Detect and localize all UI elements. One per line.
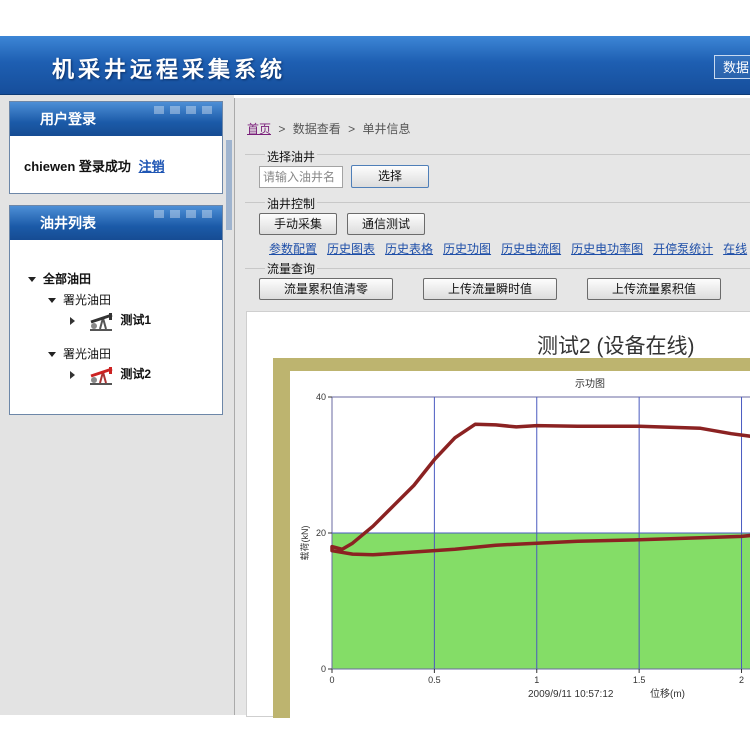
link-history-power[interactable]: 历史电功率图	[571, 242, 643, 256]
header-banner: 机采井远程采集系统 数据	[0, 36, 750, 95]
dynagraph-chart: 0 0.5 1 1.5 202040示功图载荷(kN)2009/9/11 10:57:1…	[299, 378, 750, 700]
main-content: 首页 > 数据查看 > 单井信息 选择油井 请输入油井名 选择 油井控制 手动采…	[234, 98, 750, 731]
app-title: 机采井远程采集系统	[52, 58, 287, 83]
well-control-divider	[245, 202, 750, 203]
chart-title: 示功图	[575, 378, 605, 390]
tree-node-well-2[interactable]: 测试2	[70, 364, 151, 386]
link-online[interactable]: 在线	[723, 242, 747, 256]
y-axis-label: 载荷(kN)	[299, 526, 310, 561]
tree-well-label: 测试1	[120, 313, 152, 328]
login-panel: 用户登录 chiewen 登录成功 注销	[9, 101, 223, 194]
link-history-current[interactable]: 历史电流图	[501, 242, 561, 256]
breadcrumb-separator: >	[278, 122, 286, 136]
x-axis-label: 位移(m)	[650, 687, 685, 700]
y-tick-label: 40	[316, 392, 326, 402]
x-tick-label: 2	[739, 675, 744, 685]
breadcrumb-level2: 单井信息	[362, 122, 411, 136]
left-sidebar: 用户登录 chiewen 登录成功 注销 油井列表 全部油田 署光油田 测试1 …	[0, 95, 234, 715]
login-panel-header: 用户登录	[10, 102, 222, 136]
y-tick-label: 20	[316, 528, 326, 538]
logout-link[interactable]: 注销	[139, 159, 165, 174]
select-well-label: 选择油井	[265, 148, 318, 165]
tree-node-field-1[interactable]: 署光油田	[48, 291, 111, 308]
collapse-icon[interactable]	[28, 277, 36, 283]
clear-flow-total-button[interactable]: 流量累积值清零	[259, 278, 393, 300]
expand-icon[interactable]	[70, 371, 75, 379]
comm-test-button[interactable]: 通信测试	[347, 213, 425, 235]
expand-icon[interactable]	[70, 317, 75, 325]
tree-node-root[interactable]: 全部油田	[28, 270, 91, 287]
well-tree: 全部油田 署光油田 测试1 署光油田 测试2	[10, 240, 222, 416]
login-username: chiewen	[24, 159, 76, 174]
link-history-dynagraph[interactable]: 历史功图	[443, 242, 491, 256]
breadcrumb: 首页 > 数据查看 > 单井信息	[247, 120, 410, 137]
sidebar-splitter-handle[interactable]	[226, 140, 232, 230]
breadcrumb-home-link[interactable]: 首页	[247, 122, 271, 136]
well-status-heading: 测试2 (设备在线)	[537, 335, 695, 358]
pump-jack-icon	[90, 367, 113, 385]
link-history-table[interactable]: 历史表格	[385, 242, 433, 256]
tree-field-label: 署光油田	[63, 347, 112, 361]
link-param-config[interactable]: 参数配置	[269, 242, 317, 256]
breadcrumb-separator: >	[348, 122, 356, 136]
x-tick-label: 1.5	[633, 675, 646, 685]
login-status: 登录成功	[78, 159, 131, 174]
upload-total-flow-button[interactable]: 上传流量累积值	[587, 278, 721, 300]
x-tick-label: 1	[534, 675, 539, 685]
chart-plot-area: 0 0.5 1 1.5 2 0 20 40 示功图 载荷(kN) 2009/9/11 10:57:1…	[290, 371, 750, 731]
dynagraph-panel: 测试2 (设备在线) 0 0.5 1 1.5 2 0 20 40 示功图 载荷(kN) 2009/9…	[246, 311, 750, 731]
tree-field-label: 署光油田	[63, 293, 112, 307]
data-menu-button[interactable]: 数据	[714, 55, 750, 79]
collapse-icon[interactable]	[48, 352, 56, 358]
top-gap	[0, 0, 750, 36]
collapse-icon[interactable]	[48, 298, 56, 304]
select-well-divider	[245, 154, 750, 155]
link-history-chart[interactable]: 历史图表	[327, 242, 375, 256]
tree-node-field-2[interactable]: 署光油田	[48, 345, 111, 362]
tree-node-well-1[interactable]: 测试1	[70, 310, 151, 332]
flow-query-label: 流量查询	[265, 260, 318, 277]
well-name-input[interactable]: 请输入油井名	[259, 166, 343, 188]
chart-timestamp: 2009/9/11 10:57:12	[528, 689, 614, 700]
link-pump-stats[interactable]: 开停泵统计	[653, 242, 713, 256]
y-tick-label: 0	[321, 664, 326, 674]
history-links: 参数配置 历史图表 历史表格 历史功图 历史电流图 历史电功率图 开停泵统计 在线	[269, 240, 750, 257]
tree-well-label: 测试2	[120, 367, 152, 382]
well-list-header: 油井列表	[10, 206, 222, 240]
tree-root-label: 全部油田	[43, 272, 92, 286]
select-well-button[interactable]: 选择	[351, 165, 429, 188]
well-control-label: 油井控制	[265, 195, 318, 212]
login-status-line: chiewen 登录成功 注销	[10, 136, 222, 212]
x-tick-label: 0.5	[428, 675, 441, 685]
flow-query-divider	[245, 268, 750, 269]
breadcrumb-level1: 数据查看	[292, 122, 341, 136]
x-tick-label: 0	[329, 675, 334, 685]
well-list-panel: 油井列表 全部油田 署光油田 测试1 署光油田 测试2	[9, 205, 223, 415]
manual-collect-button[interactable]: 手动采集	[259, 213, 337, 235]
upload-instant-flow-button[interactable]: 上传流量瞬时值	[423, 278, 557, 300]
pump-jack-icon	[90, 313, 113, 331]
app-window: 机采井远程采集系统 数据 用户登录 chiewen 登录成功 注销 油井列表 全…	[0, 0, 750, 750]
